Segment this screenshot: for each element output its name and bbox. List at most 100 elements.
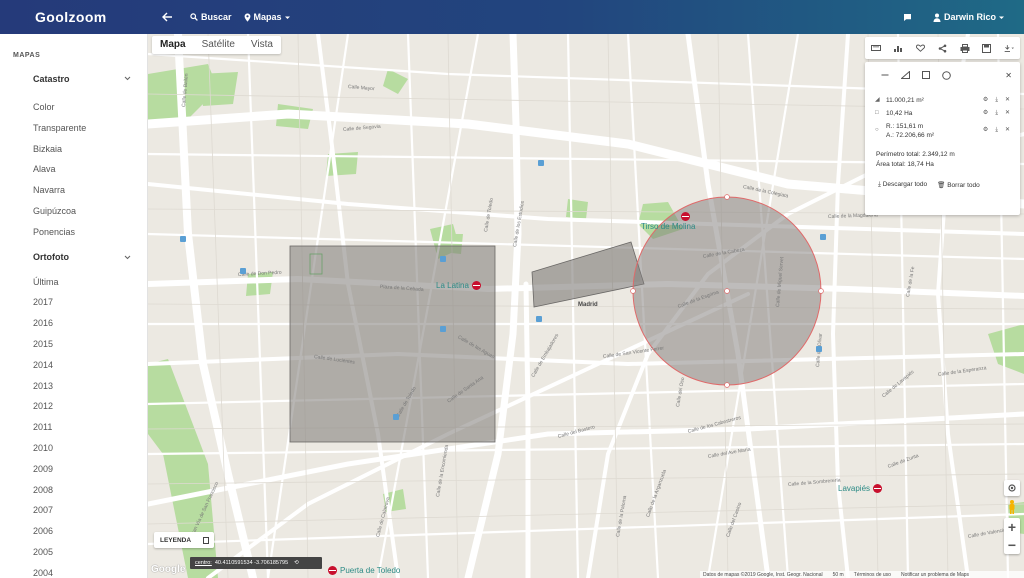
ruler-icon[interactable] bbox=[871, 43, 882, 53]
metro-tirso-de-molina[interactable]: Tirso de Molina bbox=[641, 212, 695, 231]
heart-icon[interactable] bbox=[915, 43, 925, 53]
sidebar-item-2006[interactable]: 2006 bbox=[0, 521, 147, 542]
measure-totals: Perímetro total: 2.349,12 m Área total: … bbox=[865, 150, 1020, 170]
poi-marker[interactable] bbox=[240, 268, 246, 274]
map-canvas[interactable]: Calle de Bailén Calle de Segovia Calle d… bbox=[148, 34, 1024, 578]
poi-marker[interactable] bbox=[816, 346, 822, 352]
poi-marker[interactable] bbox=[440, 326, 446, 332]
sidebar-item-alava[interactable]: Alava bbox=[0, 159, 147, 180]
line-icon[interactable] bbox=[881, 72, 889, 80]
zoom-out-button[interactable]: − bbox=[1004, 536, 1020, 554]
metro-icon bbox=[328, 566, 337, 575]
share-icon[interactable] bbox=[937, 43, 947, 53]
download-icon[interactable]: ⤓ bbox=[995, 109, 998, 118]
measure-value: 11.000,21 m² bbox=[886, 97, 924, 104]
metro-label: La Latina bbox=[436, 281, 469, 290]
sidebar-item-2007[interactable]: 2007 bbox=[0, 500, 147, 521]
delete-all-button[interactable]: 🗑 Borrar todo bbox=[937, 181, 980, 189]
tab-satelite[interactable]: Satélite bbox=[194, 36, 243, 54]
poi-marker[interactable] bbox=[538, 160, 544, 166]
user-name: Darwin Rico bbox=[943, 12, 996, 22]
terms-link[interactable]: Términos de uso bbox=[854, 572, 891, 578]
legend-button[interactable]: LEYENDA bbox=[154, 532, 214, 548]
sidebar-section-catastro[interactable]: Catastro bbox=[0, 68, 147, 89]
pegman-icon[interactable] bbox=[1008, 500, 1016, 514]
sidebar-item-navarra[interactable]: Navarra bbox=[0, 180, 147, 201]
sidebar-item-2004[interactable]: 2004 bbox=[0, 563, 147, 578]
metro-la-latina[interactable]: La Latina bbox=[436, 281, 481, 290]
polygon-icon[interactable] bbox=[900, 70, 910, 81]
trash-icon: 🗑 bbox=[937, 182, 948, 189]
download-icon[interactable]: ⤓ bbox=[995, 96, 998, 105]
save-icon[interactable] bbox=[982, 43, 992, 53]
sidebar-item-2011[interactable]: 2011 bbox=[0, 417, 147, 438]
sidebar-item-2009[interactable]: 2009 bbox=[0, 459, 147, 480]
chart-icon[interactable] bbox=[893, 43, 903, 53]
close-icon[interactable]: ✕ bbox=[1005, 71, 1012, 80]
measure-polygon[interactable] bbox=[531, 241, 645, 308]
gear-icon[interactable]: ⚙ bbox=[983, 96, 988, 105]
polygon-icon: ◢ bbox=[875, 97, 880, 103]
messages-button[interactable] bbox=[903, 13, 915, 22]
poi-marker[interactable] bbox=[180, 236, 186, 242]
gear-icon[interactable]: ⚙ bbox=[983, 126, 988, 135]
rectangle-icon[interactable] bbox=[922, 71, 930, 81]
zoom-in-button[interactable]: + bbox=[1004, 518, 1020, 536]
circle-icon[interactable] bbox=[942, 70, 951, 82]
sidebar-item-2005[interactable]: 2005 bbox=[0, 542, 147, 563]
sidebar-item-ultima[interactable]: Última bbox=[0, 272, 147, 293]
measure-value: 10,42 Ha bbox=[886, 110, 913, 117]
gear-icon[interactable]: ⚙ bbox=[983, 109, 988, 118]
sidebar-item-2010[interactable]: 2010 bbox=[0, 438, 147, 459]
sidebar-item-bizkaia[interactable]: Bizkaia bbox=[0, 139, 147, 160]
report-link[interactable]: Notificar un problema de Maps bbox=[901, 572, 969, 578]
sidebar-item-transparente[interactable]: Transparente bbox=[0, 118, 147, 139]
search-button[interactable]: Buscar bbox=[190, 12, 232, 22]
sidebar-item-ponencias[interactable]: Ponencias bbox=[0, 222, 147, 243]
maps-label: Mapas bbox=[253, 12, 282, 22]
user-icon bbox=[933, 13, 941, 22]
chevron-down-icon bbox=[124, 76, 131, 81]
sidebar-item-2012[interactable]: 2012 bbox=[0, 396, 147, 417]
user-menu-button[interactable]: Darwin Rico bbox=[933, 12, 1008, 22]
app-logo[interactable]: Goolzoom bbox=[0, 9, 148, 25]
print-icon[interactable] bbox=[960, 43, 970, 53]
arrow-left-icon bbox=[162, 12, 172, 22]
poi-marker[interactable] bbox=[393, 414, 399, 420]
download-all-button[interactable]: ⤓ Descargar todo bbox=[878, 181, 927, 189]
sidebar-item-2014[interactable]: 2014 bbox=[0, 355, 147, 376]
sidebar-section-ortofoto[interactable]: Ortofoto bbox=[0, 247, 147, 268]
tab-mapa[interactable]: Mapa bbox=[152, 36, 194, 54]
metro-icon bbox=[873, 484, 883, 493]
locate-button[interactable] bbox=[1004, 480, 1020, 496]
poi-marker[interactable] bbox=[820, 234, 826, 240]
close-icon[interactable]: ✕ bbox=[1005, 109, 1010, 118]
close-icon[interactable]: ✕ bbox=[1005, 126, 1010, 135]
document-icon bbox=[203, 536, 210, 544]
sidebar-item-2016[interactable]: 2016 bbox=[0, 313, 147, 334]
sidebar-item-2015[interactable]: 2015 bbox=[0, 334, 147, 355]
sidebar-item-2008[interactable]: 2008 bbox=[0, 480, 147, 501]
sidebar-item-guipuzcoa[interactable]: Guipúzcoa bbox=[0, 201, 147, 222]
close-icon[interactable]: ✕ bbox=[1005, 96, 1010, 105]
center-value: 40.4110591534 -3.706185795 bbox=[214, 560, 289, 566]
sidebar-item-color[interactable]: Color bbox=[0, 97, 147, 118]
metro-lavapies[interactable]: Lavapiés bbox=[838, 484, 883, 493]
caret-down-icon bbox=[284, 16, 290, 19]
back-button[interactable] bbox=[162, 12, 176, 22]
measurement-panel: ✕ ◢ 11.000,21 m² ⚙ ⤓ ✕ □ 10,42 Ha ⚙ ⤓ ✕ ○ R.… bbox=[865, 62, 1020, 215]
chat-icon bbox=[903, 13, 911, 21]
sidebar-item-2017[interactable]: 2017 bbox=[0, 292, 147, 313]
metro-puerta-de-toledo[interactable]: Puerta de Toledo bbox=[328, 566, 400, 575]
measure-item-polygon: ◢ 11.000,21 m² ⚙ ⤓ ✕ bbox=[865, 96, 1020, 109]
download-icon[interactable] bbox=[1004, 43, 1014, 53]
poi-marker[interactable] bbox=[440, 256, 446, 262]
copy-icon[interactable]: ⟲ bbox=[294, 560, 299, 566]
zoom-control: + − bbox=[1004, 518, 1020, 554]
caret-down-icon bbox=[999, 16, 1004, 19]
poi-marker[interactable] bbox=[536, 316, 542, 322]
sidebar-item-2013[interactable]: 2013 bbox=[0, 376, 147, 397]
tab-vista[interactable]: Vista bbox=[243, 36, 281, 54]
maps-menu-button[interactable]: Mapas bbox=[244, 12, 294, 22]
download-icon[interactable]: ⤓ bbox=[995, 126, 998, 135]
